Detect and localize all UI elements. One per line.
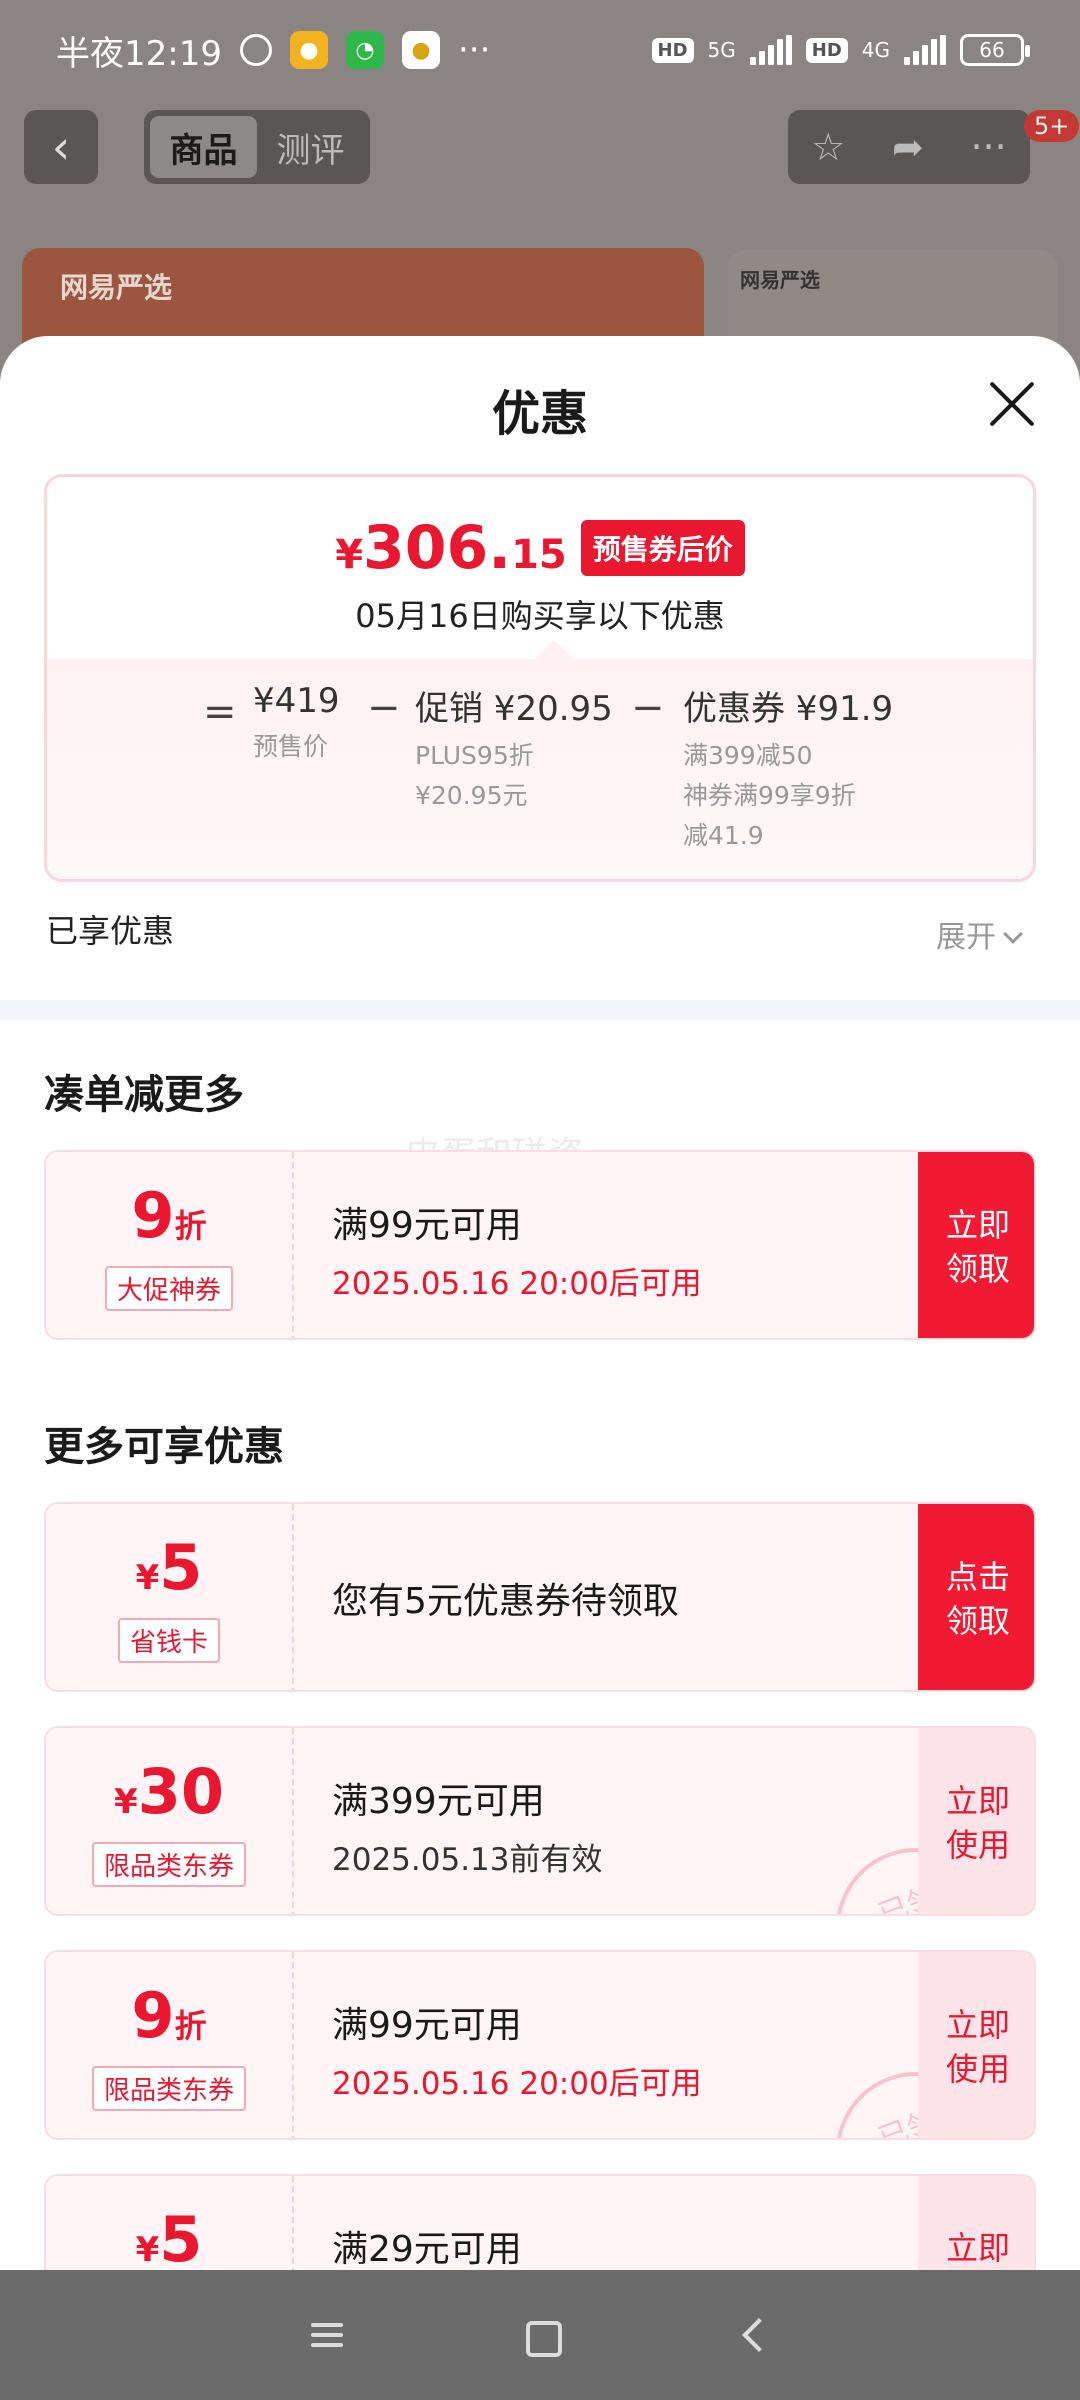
chevron-down-icon: [1003, 924, 1023, 944]
coupon-tag: 限品类东券: [91, 1842, 246, 1887]
coupon-tag: 省钱卡: [117, 1618, 220, 1663]
coupon-value-block: 9折 大促神券: [46, 1152, 294, 1338]
hd-badge-2: HD: [805, 37, 848, 63]
nav-tabs: 商品 测评: [144, 110, 370, 184]
weibo-icon: ●: [289, 31, 328, 69]
section-divider: [0, 1000, 1080, 1020]
network-4g: 4G: [861, 38, 890, 62]
coupon-value-block: ¥30 限品类东券: [46, 1728, 294, 1914]
presale-price: ¥419 预售价: [253, 681, 340, 761]
coupon-card: ¥30 限品类东券 满399元可用 2025.05.13前有效 已领 立即 使用: [44, 1726, 1036, 1916]
minus-sign: −: [367, 685, 401, 731]
brand-label-right: 网易严选: [740, 268, 820, 292]
price-card: ¥306.15 预售券后价 05月16日购买享以下优惠 = ¥419 预售价 −…: [44, 474, 1036, 882]
status-time: 半夜12:19: [56, 33, 222, 74]
hd-badge: HD: [651, 37, 694, 63]
tab-product[interactable]: 商品: [150, 116, 257, 178]
section-title-more: 更多可享优惠: [44, 1424, 284, 1470]
promo-discount: 促销 ¥20.95 PLUS95折 ¥20.95元: [415, 689, 613, 810]
back-icon[interactable]: ‹: [24, 110, 98, 184]
minus-sign-2: −: [631, 685, 665, 731]
more-icon[interactable]: ···: [970, 125, 1006, 169]
coupon-discount: 优惠券 ¥91.9 满399减50 神券满99享9折 减41.9: [683, 689, 894, 850]
coupon-tag: 限品类东券: [91, 2066, 246, 2111]
menu-icon[interactable]: [297, 2305, 357, 2365]
coupon-info: 满399元可用 2025.05.13前有效: [332, 1781, 603, 1878]
system-back-icon[interactable]: [723, 2305, 783, 2365]
coupon-info: 您有5元优惠券待领取: [332, 1581, 679, 1622]
coupon-info: 满29元可用: [332, 2229, 522, 2270]
system-nav-bar: [0, 2270, 1080, 2400]
wechat-icon: ◔: [345, 31, 384, 69]
discount-sheet: 优惠 ¥306.15 预售券后价 05月16日购买享以下优惠 = ¥419 预售…: [0, 336, 1080, 2270]
tab-review[interactable]: 测评: [257, 116, 364, 178]
sheet-header: 优惠: [0, 336, 1080, 476]
coupon-info: 满99元可用 2025.05.16 20:00后可用: [332, 1205, 702, 1302]
coupon-info: 满99元可用 2025.05.16 20:00后可用: [332, 2005, 702, 2102]
coupon-card: 9折 限品类东券 满99元可用 2025.05.16 20:00后可用 已领 立…: [44, 1950, 1036, 2140]
claim-button[interactable]: 立即 领取: [918, 1152, 1034, 1338]
money-app-icon: ●: [401, 31, 440, 69]
claim-button[interactable]: 点击 领取: [918, 1504, 1034, 1690]
close-icon[interactable]: [984, 376, 1040, 432]
battery-icon: 66: [960, 34, 1030, 66]
price-formula: = ¥419 预售价 − 促销 ¥20.95 PLUS95折 ¥20.95元 −…: [47, 659, 1033, 879]
sheet-title: 优惠: [491, 386, 588, 442]
coupon-value-block: ¥5 省钱卡: [46, 1504, 294, 1690]
section-title-combine: 凑单减更多: [44, 1072, 244, 1118]
share-icon[interactable]: ➦: [892, 125, 924, 169]
use-button[interactable]: 立即 使用: [918, 1952, 1034, 2138]
price-subtitle: 05月16日购买享以下优惠: [355, 597, 725, 635]
expand-button[interactable]: 展开: [936, 912, 1023, 956]
signal-icon-2: [904, 35, 946, 65]
use-button[interactable]: 立即 使用: [918, 1728, 1034, 1914]
use-button[interactable]: 立即: [918, 2176, 1034, 2270]
status-bar: 半夜12:19 ● ◔ ● ··· HD 5G HD 4G 66: [0, 0, 1080, 100]
network-5g: 5G: [707, 38, 736, 62]
coupon-card: ¥5 满29元可用 立即: [44, 2174, 1036, 2270]
enjoyed-discounts-label: 已享优惠: [46, 912, 175, 950]
brand-label: 网易严选: [60, 271, 173, 304]
app-nav: ‹ 商品 测评 ☆ ➦ ···: [0, 110, 1080, 190]
alarm-icon: [239, 34, 272, 66]
coupon-tag: 大促神券: [104, 1266, 233, 1311]
coupon-value-block: ¥5: [46, 2176, 294, 2270]
message-badge: 5+: [1024, 110, 1080, 142]
nav-actions: ☆ ➦ ···: [788, 110, 1030, 184]
home-icon[interactable]: [510, 2305, 570, 2365]
coupon-card: 9折 大促神券 满99元可用 2025.05.16 20:00后可用 立即 领取: [44, 1150, 1036, 1340]
final-price: ¥306.15: [335, 513, 567, 583]
coupon-card: ¥5 省钱卡 您有5元优惠券待领取 点击 领取: [44, 1502, 1036, 1692]
coupon-value-block: 9折 限品类东券: [46, 1952, 294, 2138]
more-notifications-icon: ···: [457, 30, 491, 70]
signal-icon: [749, 35, 792, 65]
equals-sign: =: [203, 689, 237, 735]
star-icon[interactable]: ☆: [811, 125, 845, 169]
price-summary: ¥306.15 预售券后价 05月16日购买享以下优惠: [47, 477, 1033, 659]
presale-badge: 预售券后价: [580, 520, 745, 576]
